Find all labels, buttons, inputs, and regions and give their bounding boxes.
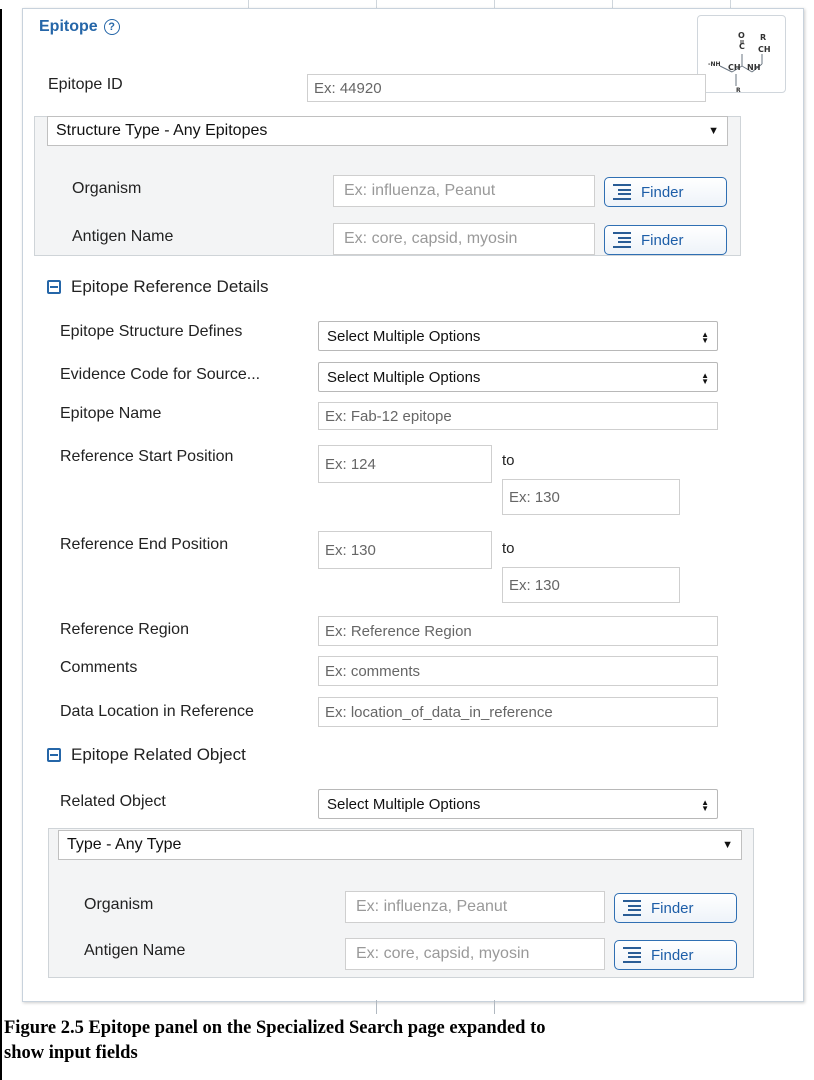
related-organism-finder-button[interactable]: Finder (614, 893, 737, 923)
antigen-finder-button[interactable]: Finder (604, 225, 727, 255)
peptide-structure-icon[interactable]: O C CH NH CH R -NH R (697, 15, 786, 94)
svg-text:CH: CH (728, 63, 741, 72)
svg-text:O: O (738, 31, 745, 40)
svg-text:R: R (760, 33, 766, 42)
list-icon (613, 184, 631, 200)
related-antigen-input[interactable]: Ex: core, capsid, myosin (345, 938, 605, 970)
reference-region-label: Reference Region (60, 621, 189, 638)
epitope-name-label: Epitope Name (60, 405, 162, 422)
start-position-to-label: to (502, 452, 515, 469)
updown-caret-icon: ▲ ▼ (701, 329, 709, 345)
structure-type-select[interactable]: Structure Type - Any Epitopes ▼ (47, 116, 728, 146)
data-location-label: Data Location in Reference (60, 703, 254, 720)
evidence-code-value: Select Multiple Options (327, 368, 481, 386)
reference-details-title: Epitope Reference Details (71, 277, 269, 296)
figure-caption: Figure 2.5 Epitope panel on the Speciali… (4, 1016, 812, 1066)
question-circle-icon[interactable]: ? (103, 19, 120, 35)
organism-finder-button[interactable]: Finder (604, 177, 727, 207)
collapse-minus-icon[interactable] (47, 748, 61, 762)
list-icon (623, 947, 641, 963)
type-value: Type - Any Type (67, 836, 182, 853)
finder-label: Finder (641, 183, 684, 201)
evidence-code-label: Evidence Code for Source... (60, 366, 261, 383)
related-organism-input[interactable]: Ex: influenza, Peanut (345, 891, 605, 923)
related-object-value: Select Multiple Options (327, 795, 481, 813)
end-position-to-label: to (502, 540, 515, 557)
reference-details-header[interactable]: Epitope Reference Details (47, 277, 269, 297)
list-icon (613, 232, 631, 248)
start-position-to-input[interactable]: Ex: 130 (502, 479, 680, 515)
structure-type-value: Structure Type - Any Epitopes (56, 122, 268, 139)
end-position-from-input[interactable]: Ex: 130 (318, 531, 492, 569)
updown-caret-icon: ▲ ▼ (701, 370, 709, 386)
finder-label: Finder (641, 231, 684, 249)
structure-defines-select[interactable]: Select Multiple Options ▲ ▼ (318, 321, 718, 351)
start-position-from-input[interactable]: Ex: 124 (318, 445, 492, 483)
reference-region-input[interactable]: Ex: Reference Region (318, 616, 718, 646)
related-object-header[interactable]: Epitope Related Object (47, 745, 246, 765)
related-object-select[interactable]: Select Multiple Options ▲ ▼ (318, 789, 718, 819)
antigen-name-input[interactable]: Ex: core, capsid, myosin (333, 223, 595, 255)
start-position-label: Reference Start Position (60, 448, 234, 465)
epitope-id-label: Epitope ID (48, 76, 123, 93)
related-object-label: Related Object (60, 793, 166, 810)
background-footer-strip (0, 998, 814, 1014)
collapse-minus-icon[interactable] (47, 280, 61, 294)
comments-label: Comments (60, 659, 138, 676)
structure-defines-value: Select Multiple Options (327, 327, 481, 345)
end-position-to-input[interactable]: Ex: 130 (502, 567, 680, 603)
svg-text:C: C (739, 42, 745, 51)
antigen-name-label: Antigen Name (72, 228, 174, 245)
related-antigen-finder-button[interactable]: Finder (614, 940, 737, 970)
svg-text:-NH: -NH (708, 61, 721, 68)
related-object-title: Epitope Related Object (71, 745, 246, 764)
caret-down-icon: ▼ (722, 839, 733, 851)
type-select[interactable]: Type - Any Type ▼ (58, 830, 742, 860)
updown-caret-icon: ▲ ▼ (701, 797, 709, 813)
svg-text:CH: CH (758, 45, 771, 54)
structure-defines-label: Epitope Structure Defines (60, 323, 243, 340)
organism-input[interactable]: Ex: influenza, Peanut (333, 175, 595, 207)
caption-line-1: Figure 2.5 Epitope panel on the Speciali… (4, 1018, 546, 1038)
svg-text:NH: NH (747, 63, 760, 72)
list-icon (623, 900, 641, 916)
data-location-input[interactable]: Ex: location_of_data_in_reference (318, 697, 718, 727)
caret-down-icon: ▼ (708, 125, 719, 137)
caption-line-2: show input fields (4, 1043, 138, 1063)
end-position-label: Reference End Position (60, 536, 229, 553)
finder-label: Finder (651, 946, 694, 964)
organism-label: Organism (72, 180, 142, 197)
related-organism-label: Organism (84, 896, 154, 913)
epitope-id-input[interactable]: Ex: 44920 (307, 74, 706, 102)
related-antigen-label: Antigen Name (84, 942, 186, 959)
panel-title-text: Epitope (39, 18, 98, 35)
panel-title: Epitope ? (39, 18, 120, 36)
evidence-code-select[interactable]: Select Multiple Options ▲ ▼ (318, 362, 718, 392)
epitope-name-input[interactable]: Ex: Fab-12 epitope (318, 402, 718, 430)
comments-input[interactable]: Ex: comments (318, 656, 718, 686)
svg-text:R: R (736, 87, 741, 92)
finder-label: Finder (651, 899, 694, 917)
